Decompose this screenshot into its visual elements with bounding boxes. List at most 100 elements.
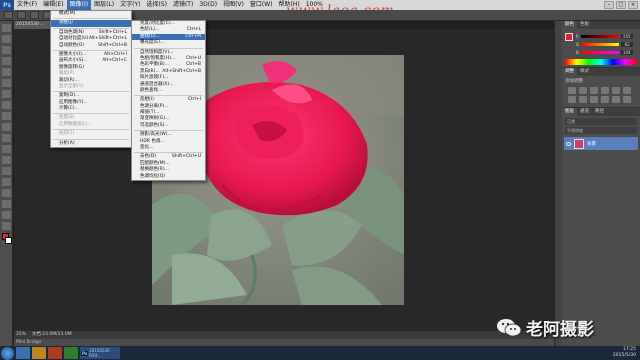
layer-row[interactable]: 背景 [564, 137, 638, 150]
adjustment-icon[interactable] [579, 96, 587, 103]
color-panel-swatch[interactable] [565, 33, 573, 41]
green-slider[interactable]: G 62 [576, 41, 636, 47]
menu-item[interactable]: 文字(Y) [117, 0, 143, 10]
tool-icon[interactable] [2, 178, 11, 186]
tool-icon[interactable] [2, 68, 11, 76]
menu-item[interactable]: 选择(S) [143, 0, 170, 10]
menu-item[interactable]: 编辑(E) [40, 0, 66, 10]
start-button[interactable] [1, 346, 14, 360]
menu-option[interactable]: 可选颜色(S)... [132, 123, 205, 129]
adjustment-icon[interactable] [568, 87, 576, 94]
tab-styles[interactable]: 样式 [577, 68, 592, 76]
menu-items: 文件(F) 编辑(E) 图像(I) 图层(L) 文字(Y) 选择(S) 滤镜(T) 3D(D)… [14, 0, 326, 10]
tab-layers[interactable]: 图层 [562, 108, 577, 116]
taskbar: Ps 20150530 RX4.. 17:25 2015/5/30 [0, 346, 640, 360]
tool-icon[interactable] [2, 167, 11, 175]
menu-separator [53, 49, 129, 51]
menu-option[interactable]: 分析(A) [51, 141, 131, 147]
blend-mode-select[interactable]: 正常 [565, 118, 637, 125]
adjustment-icon[interactable] [601, 87, 609, 94]
tab-color[interactable]: 颜色 [562, 21, 577, 29]
tool-icon[interactable] [2, 134, 11, 142]
menu-option[interactable]: 调整(J) [51, 20, 131, 27]
eye-icon[interactable] [566, 141, 571, 146]
close-icon[interactable]: × [628, 1, 638, 9]
tool-icon[interactable] [2, 112, 11, 120]
system-clock[interactable]: 17:25 2015/5/30 [613, 347, 636, 359]
tool-icon[interactable] [2, 123, 11, 131]
adjustment-icon[interactable] [568, 96, 576, 103]
tool-icon[interactable] [2, 79, 11, 87]
menu-option[interactable]: 自动颜色(O) Shift+Ctrl+B [51, 43, 131, 49]
menu-option[interactable]: 模式(M) [51, 11, 131, 17]
tool-icon[interactable] [2, 156, 11, 164]
red-slider[interactable]: R 255 [576, 33, 636, 39]
blue-value[interactable]: 104 [620, 49, 633, 55]
tool-icon[interactable] [2, 35, 11, 43]
tab-adjustments[interactable]: 调整 [562, 68, 577, 76]
adjustment-icon[interactable] [623, 87, 631, 94]
adjustment-icon[interactable] [579, 87, 587, 94]
menu-item[interactable]: 滤镜(T) [170, 0, 196, 10]
app-icon[interactable] [64, 347, 78, 359]
mini-bridge-tab[interactable]: Mini Bridge [14, 339, 554, 346]
menu-option[interactable]: 变化... [132, 145, 205, 151]
menu-option-label: 图像大小(I)... [59, 51, 87, 57]
opacity-control[interactable]: 不透明度 [565, 127, 637, 134]
adjustment-icon[interactable] [590, 96, 598, 103]
option-icon[interactable] [30, 11, 39, 19]
adjustment-icon[interactable] [590, 87, 598, 94]
menu-option[interactable]: 色调均化(Q) [132, 174, 205, 180]
menu-option: 显示全部(V) [51, 84, 131, 90]
explorer-icon[interactable] [32, 347, 46, 359]
color-spectrum[interactable] [565, 59, 637, 65]
menu-separator [53, 138, 129, 140]
background-color-swatch[interactable] [5, 237, 12, 244]
menu-option-label: 黑白(K)... [140, 68, 160, 74]
menu-item[interactable]: 图像(I) [66, 0, 92, 10]
tool-icon[interactable] [2, 211, 11, 219]
menu-item[interactable]: 窗口(W) [247, 0, 276, 10]
menu-option-label: 自动对比度(U) [59, 36, 89, 42]
taskbar-photoshop[interactable]: Ps 20150530 RX4.. [80, 347, 120, 359]
adjustments-panel: 调整 样式 添加调整 [562, 67, 640, 107]
tool-icon[interactable] [2, 145, 11, 153]
tab-channels[interactable]: 通道 [577, 108, 592, 116]
tool-icon[interactable] [2, 57, 11, 65]
menu-option[interactable]: 计算(C)... [51, 106, 131, 112]
tab-swatches[interactable]: 色板 [577, 21, 592, 29]
tool-icon[interactable] [2, 101, 11, 109]
tool-icon[interactable] [2, 24, 11, 32]
menu-item[interactable]: 文件(F) [14, 0, 40, 10]
layers-panel: 图层 通道 路径 正常 不透明度 背景 [562, 107, 640, 150]
minimize-icon[interactable]: – [604, 1, 614, 9]
status-zoom[interactable]: 25% [16, 332, 26, 337]
menu-item[interactable]: 视图(V) [220, 0, 247, 10]
tool-icon[interactable] [2, 46, 11, 54]
menu-option[interactable]: 曝光度(E)... [132, 40, 205, 46]
green-value[interactable]: 62 [621, 41, 634, 47]
option-icon[interactable] [17, 11, 26, 19]
tab-paths[interactable]: 路径 [592, 108, 607, 116]
tool-icon[interactable] [2, 200, 11, 208]
adjustment-icon[interactable] [612, 87, 620, 94]
ie-icon[interactable] [16, 347, 30, 359]
menu-item[interactable]: 图层(L) [91, 0, 117, 10]
adjustment-icon[interactable] [612, 96, 620, 103]
adjustment-icon[interactable] [623, 96, 631, 103]
tool-preset-icon[interactable] [4, 11, 13, 19]
menu-option-label: 自然饱和度(V)... [140, 49, 174, 55]
blue-slider[interactable]: B 104 [576, 49, 636, 55]
menu-option[interactable]: 颜色查找... [132, 88, 205, 94]
color-panel: R 255 G 62 B 104 [562, 29, 640, 67]
wechat-icon [496, 318, 522, 338]
adjustment-icon[interactable] [601, 96, 609, 103]
menu-item[interactable]: 3D(D) [196, 0, 220, 10]
tool-icon[interactable] [2, 189, 11, 197]
maximize-icon[interactable]: □ [616, 1, 626, 9]
red-value[interactable]: 255 [620, 33, 633, 39]
media-icon[interactable] [48, 347, 62, 359]
layers-panel-tabs: 图层 通道 路径 [562, 108, 640, 116]
tool-icon[interactable] [2, 222, 11, 230]
tool-icon[interactable] [2, 90, 11, 98]
